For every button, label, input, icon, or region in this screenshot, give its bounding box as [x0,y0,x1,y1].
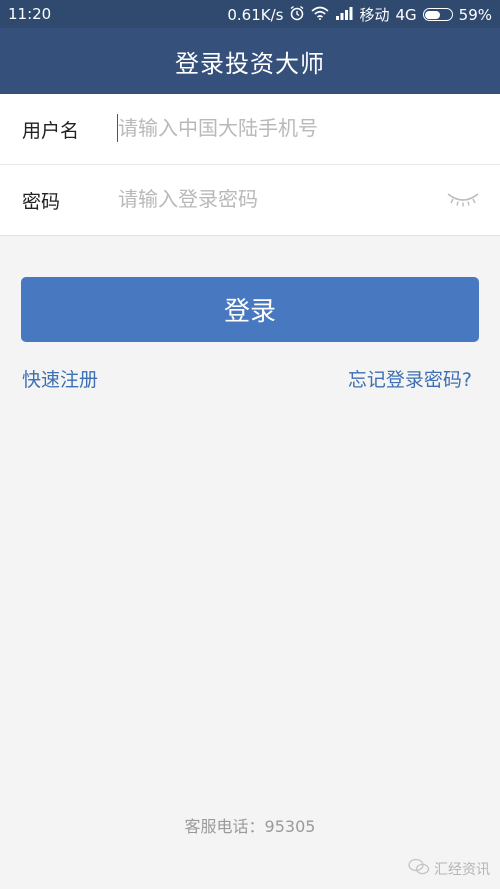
watermark-text: 汇经资讯 [434,862,490,878]
password-input[interactable] [116,181,438,217]
username-row: 用户名 [0,94,500,165]
text-caret [117,114,118,142]
signal-icon [335,6,353,24]
login-button[interactable]: 登录 [21,277,479,342]
page-title: 登录投资大师 [175,49,325,78]
carrier-label: 移动 [359,6,390,24]
battery-percent: 59% [458,5,492,24]
username-input[interactable] [116,110,438,146]
password-row: 密码 [0,165,500,235]
username-label: 用户名 [22,120,80,142]
register-link[interactable]: 快速注册 [22,365,98,392]
network-speed: 0.61K/s [227,5,284,24]
wechat-icon [408,858,430,880]
title-bar: 登录投资大师 [0,28,500,94]
battery-fill [425,10,440,19]
login-button-label: 登录 [223,297,276,327]
network-type: 4G [395,5,417,24]
forgot-password-link[interactable]: 忘记登录密码? [348,365,472,392]
watermark: 汇经资讯 [408,858,490,880]
wifi-icon [311,6,329,24]
battery-icon [422,8,453,21]
login-form: 用户名 密码 [0,94,500,236]
password-label: 密码 [22,191,61,213]
alarm-icon [289,5,305,25]
status-bar: 11:20 0.61K/s 移动 4G 59% [0,0,500,28]
service-phone: 客服电话：95305 [184,817,316,836]
eye-closed-icon[interactable] [446,189,480,209]
status-right: 0.61K/s 移动 4G 59% [227,4,492,25]
status-time: 11:20 [8,5,52,23]
